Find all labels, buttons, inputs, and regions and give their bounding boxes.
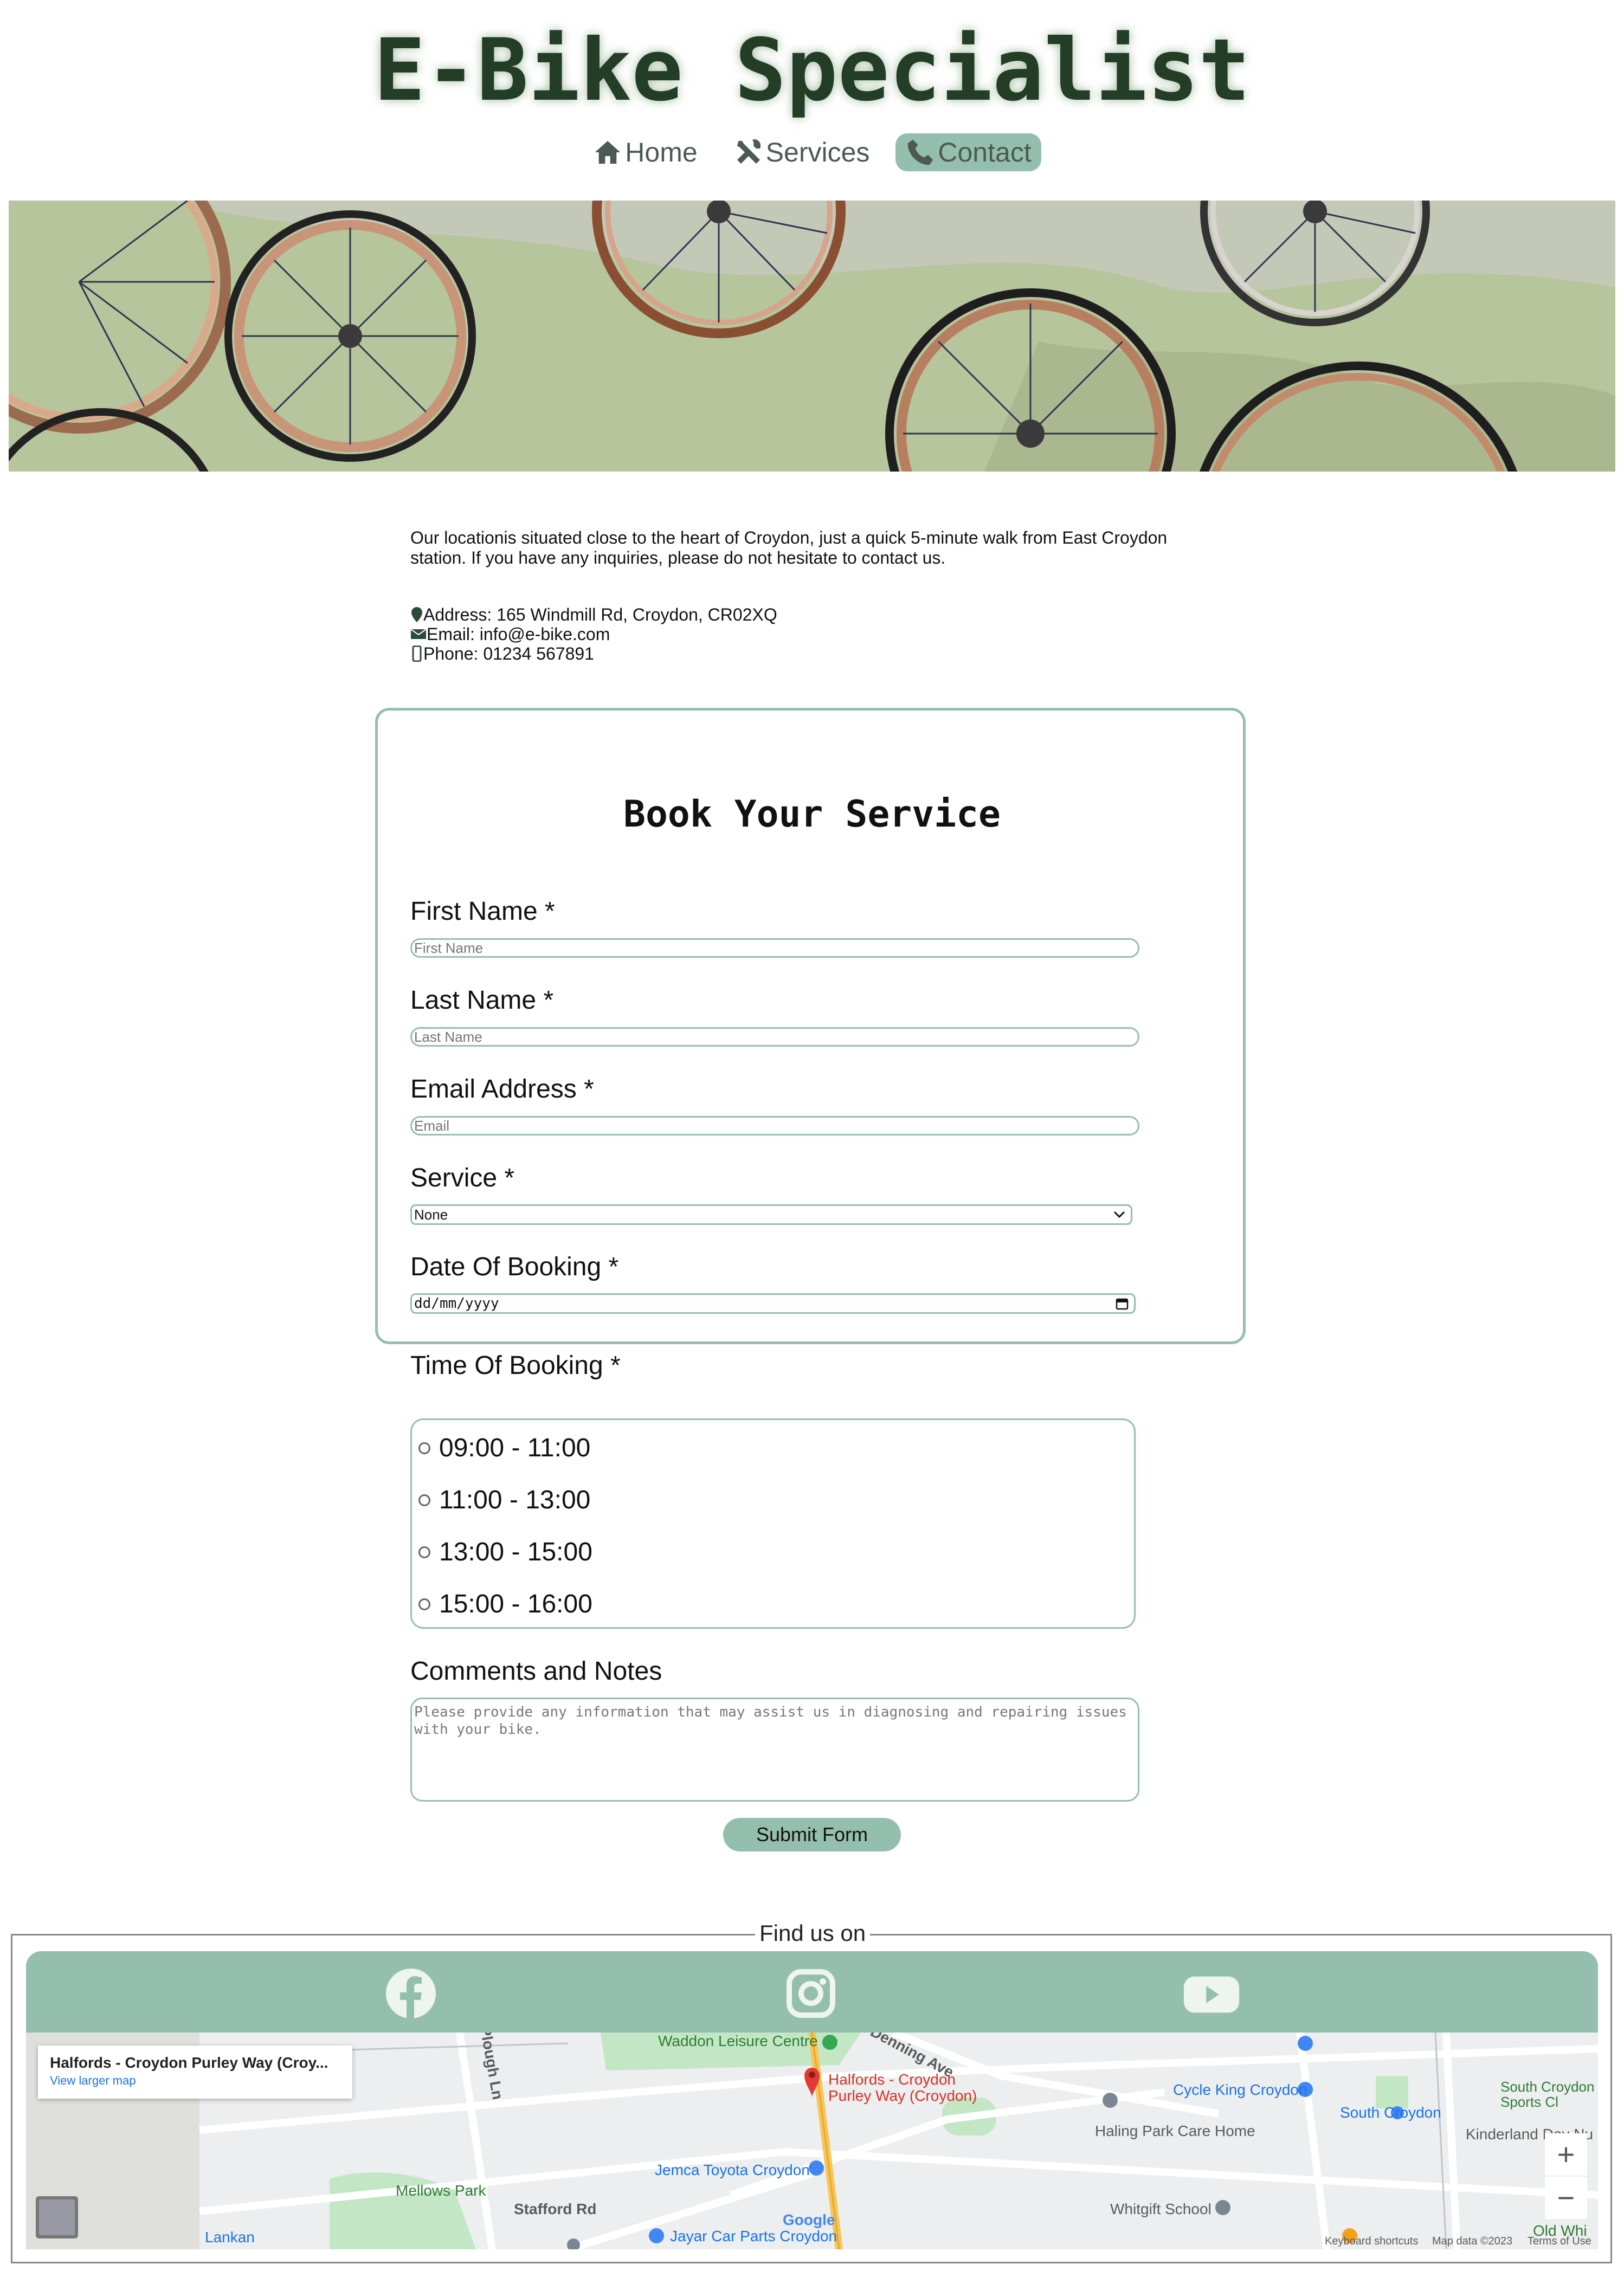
map-label-jemca: Jemca Toyota Croydon	[655, 2162, 810, 2178]
time-slot-label: 09:00 - 11:00	[439, 1434, 591, 1462]
zoom-out-button[interactable]: −	[1545, 2177, 1587, 2219]
comments-textarea[interactable]: Please provide any information that may …	[410, 1698, 1139, 1802]
last-name-label: Last Name *	[410, 986, 554, 1015]
instagram-icon[interactable]	[785, 1967, 837, 2020]
radio-button[interactable]	[418, 1546, 430, 1558]
find-us-heading: Find us on	[755, 1918, 871, 1949]
nav-services-label: Services	[765, 137, 870, 167]
map-label-waddon: Waddon Leisure Centre	[658, 2033, 818, 2049]
phone-row: Phone: 01234 567891	[410, 644, 777, 663]
email-input[interactable]	[414, 1117, 1136, 1134]
contact-details: Address: 165 Windmill Rd, Croydon, CR02X…	[410, 605, 777, 663]
first-name-input[interactable]	[414, 939, 1136, 957]
map-label-halfords[interactable]: Halfords - Croydon Purley Way (Croydon)	[828, 2072, 985, 2104]
last-name-input[interactable]	[414, 1028, 1136, 1046]
main-nav: Home Services Contact	[0, 133, 1624, 171]
service-label: Service *	[410, 1164, 515, 1192]
first-name-label: First Name *	[410, 897, 555, 926]
map-label-cycle-king: Cycle King Croydon	[1173, 2081, 1307, 2098]
nav-contact-label: Contact	[938, 137, 1032, 167]
map-card-title: Halfords - Croydon Purley Way (Croy...	[50, 2054, 328, 2071]
calendar-icon[interactable]	[1116, 1297, 1129, 1310]
form-title: Book Your Service	[623, 793, 1001, 836]
nav-services[interactable]: Services	[724, 133, 880, 171]
time-slot-group: 09:00 - 11:00 11:00 - 13:00 13:00 - 15:0…	[410, 1418, 1136, 1629]
time-slot-option[interactable]: 13:00 - 15:00	[418, 1537, 592, 1567]
envelope-icon	[410, 629, 427, 639]
nav-home-label: Home	[625, 137, 698, 167]
time-slot-label: 13:00 - 15:00	[439, 1538, 592, 1566]
time-slot-option[interactable]: 11:00 - 13:00	[418, 1485, 590, 1515]
phone-icon	[908, 139, 933, 165]
social-bar	[26, 1951, 1598, 2033]
email-label: Email Address *	[410, 1075, 594, 1104]
date-placeholder: dd/mm/yyyy	[414, 1295, 499, 1312]
intro-text: Our locationis situated close to the hea…	[410, 528, 1168, 567]
map-label-mellows: Mellows Park	[396, 2182, 486, 2199]
time-slot-label: 15:00 - 16:00	[439, 1590, 592, 1618]
hero-image	[9, 201, 1615, 472]
map-label-south-croydon-sports: South Croydon Sports Cl	[1500, 2079, 1595, 2109]
email-row: Email: info@e-bike.com	[410, 624, 777, 644]
time-label: Time Of Booking *	[410, 1351, 621, 1380]
map-label-whitgift: Whitgift School	[1110, 2201, 1211, 2217]
address-text: Address: 165 Windmill Rd, Croydon, CR02X…	[423, 605, 777, 624]
google-logo: Google	[783, 2211, 835, 2228]
last-name-field[interactable]	[410, 1027, 1139, 1047]
map-label-jayar: Jayar Car Parts Croydon	[670, 2228, 837, 2244]
youtube-icon[interactable]	[1182, 1967, 1241, 2020]
map-pin-icon	[411, 607, 422, 622]
submit-button[interactable]: Submit Form	[723, 1818, 901, 1851]
address-row: Address: 165 Windmill Rd, Croydon, CR02X…	[410, 605, 777, 624]
date-of-booking-input[interactable]: dd/mm/yyyy	[410, 1293, 1136, 1314]
facebook-icon[interactable]	[385, 1967, 437, 2020]
service-select[interactable]: None	[410, 1204, 1132, 1225]
map-label-haling: Haling Park Care Home	[1095, 2122, 1255, 2139]
time-slot-option[interactable]: 09:00 - 11:00	[418, 1433, 590, 1463]
first-name-field[interactable]	[410, 938, 1139, 958]
map-label-stafford-rd: Stafford Rd	[514, 2201, 597, 2217]
email-field[interactable]	[410, 1116, 1139, 1136]
phone-text: Phone: 01234 567891	[423, 644, 594, 663]
embedded-map[interactable]: Halfords - Croydon Purley Way (Croy... V…	[26, 2033, 1598, 2249]
map-keyboard-shortcuts[interactable]: Keyboard shortcuts	[1325, 2235, 1418, 2248]
map-info-card: Halfords - Croydon Purley Way (Croy... V…	[38, 2046, 352, 2099]
map-label-lankan: Lankan	[205, 2229, 255, 2246]
map-label-south-croydon: South Croydon	[1340, 2104, 1441, 2121]
radio-button[interactable]	[418, 1442, 430, 1454]
radio-button[interactable]	[418, 1494, 430, 1506]
view-larger-map-link[interactable]: View larger map	[50, 2073, 340, 2089]
map-terms-link[interactable]: Terms of Use	[1528, 2235, 1591, 2248]
zoom-in-button[interactable]: +	[1545, 2133, 1587, 2176]
nav-contact[interactable]: Contact	[895, 133, 1041, 171]
tools-icon	[737, 139, 761, 164]
nav-home[interactable]: Home	[583, 133, 707, 171]
comments-label: Comments and Notes	[410, 1657, 662, 1686]
radio-button[interactable]	[418, 1598, 430, 1610]
time-slot-option[interactable]: 15:00 - 16:00	[418, 1589, 592, 1619]
chevron-down-icon	[1113, 1211, 1125, 1218]
home-icon	[595, 141, 621, 164]
email-text: Email: info@e-bike.com	[427, 624, 610, 644]
service-select-value: None	[414, 1206, 448, 1223]
date-label: Date Of Booking *	[410, 1253, 619, 1281]
mobile-phone-icon	[412, 646, 422, 662]
time-slot-label: 11:00 - 13:00	[439, 1486, 591, 1514]
map-data-attribution: Map data ©2023	[1432, 2235, 1513, 2247]
site-title: E-Bike Specialist	[373, 21, 1251, 120]
